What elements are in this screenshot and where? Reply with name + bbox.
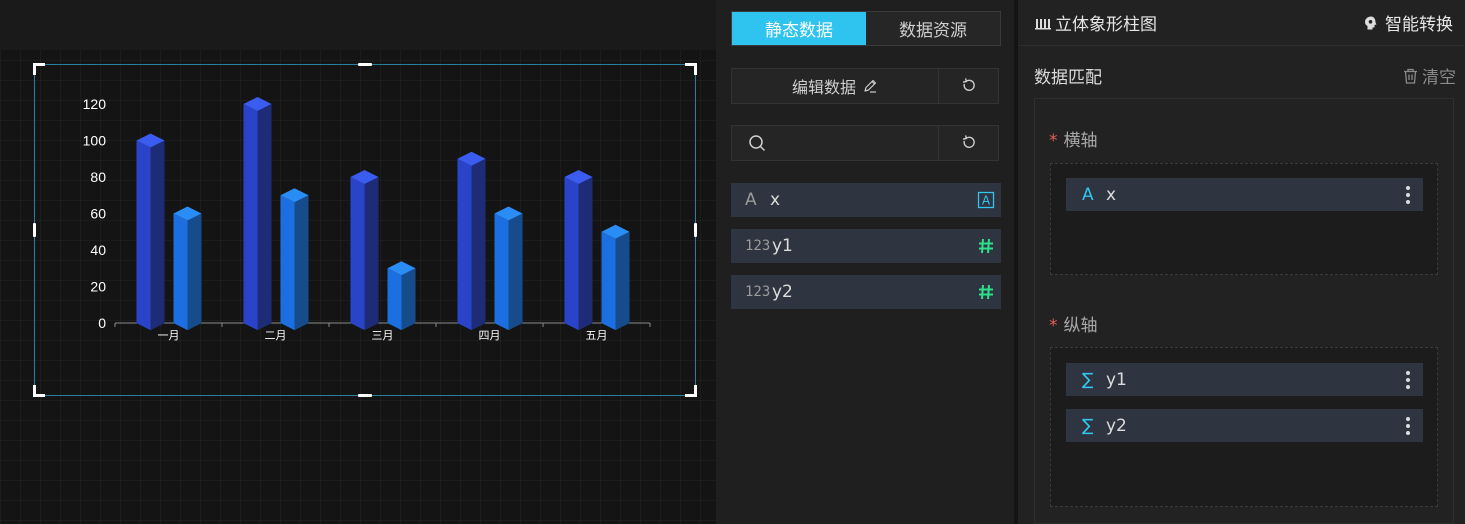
x-tick-label: 四月 — [479, 329, 501, 342]
tab-data-resource[interactable]: 数据资源 — [866, 12, 1000, 45]
field-search-box — [732, 126, 939, 160]
bar-front-face — [136, 140, 151, 330]
y-tick-label: 0 — [98, 315, 106, 331]
field-name: y1 — [1106, 369, 1127, 390]
field-name: x — [1106, 184, 1117, 205]
text-badge-icon: A — [971, 191, 1001, 209]
bar-side-face — [294, 195, 309, 330]
y-tick-label: 100 — [83, 133, 107, 149]
y-tick-label: 60 — [90, 206, 106, 222]
refresh-icon — [962, 135, 975, 148]
bar-side-face — [150, 140, 165, 330]
editor-canvas[interactable]: 0 20 40 60 80 100 120 一月 二月 三月 四月 五月 — [0, 0, 716, 524]
config-header: 立体象形柱图 智能转换 — [1018, 0, 1465, 46]
x-axis-field-x[interactable]: A x — [1066, 178, 1423, 211]
bar-front-face — [387, 268, 402, 330]
field-item-y1[interactable]: 123 y1 — [731, 229, 1001, 263]
field-name: y2 — [1106, 415, 1127, 436]
text-type-icon: A — [1082, 184, 1094, 205]
clear-button[interactable]: 清空 — [1403, 63, 1456, 88]
required-mark: * — [1049, 131, 1058, 151]
x-tick-label: 一月 — [158, 329, 180, 342]
bar-front-face — [601, 231, 616, 330]
data-match-title: 数据匹配 — [1034, 68, 1102, 88]
y-tick-label: 120 — [83, 96, 107, 112]
chart-widget[interactable]: 0 20 40 60 80 100 120 一月 二月 三月 四月 五月 — [33, 63, 697, 397]
field-item-y2[interactable]: 123 y2 — [731, 275, 1001, 309]
bar-front-face — [494, 213, 509, 330]
sum-icon: ∑ — [1082, 415, 1094, 436]
clear-label: 清空 — [1422, 68, 1456, 88]
y-tick-label: 20 — [90, 279, 106, 295]
x-tick-label: 二月 — [265, 329, 287, 342]
bar-front-face — [173, 213, 188, 330]
more-vertical-icon[interactable] — [1393, 416, 1423, 436]
y-axis-label: * 纵轴 — [1049, 316, 1098, 336]
field-name: y2 — [772, 282, 793, 302]
bar-side-face — [364, 177, 379, 330]
smart-convert-label: 智能转换 — [1385, 15, 1453, 35]
y-axis-field-y1[interactable]: ∑ y1 — [1066, 363, 1423, 396]
more-vertical-icon[interactable] — [1393, 185, 1423, 205]
chart-config-panel: 立体象形柱图 智能转换 数据匹配 清空 * 横轴 A x * 纵轴 ∑ y1 ∑… — [1018, 0, 1465, 524]
tab-static-data[interactable]: 静态数据 — [732, 12, 866, 45]
edit-data-button[interactable]: 编辑数据 — [732, 69, 939, 103]
smart-convert-button[interactable]: 智能转换 — [1363, 10, 1453, 35]
number-type-icon: 123 — [745, 238, 771, 254]
hash-icon — [971, 237, 1001, 255]
reset-data-button[interactable] — [939, 69, 998, 103]
number-type-icon: 123 — [745, 284, 771, 300]
bar-side-face — [401, 268, 416, 330]
bar-side-face — [578, 177, 593, 330]
data-source-panel: 静态数据 数据资源 编辑数据 A x A 123 y1 123 y2 — [716, 0, 1016, 524]
y-axis-drop-zone[interactable]: ∑ y1 ∑ y2 — [1050, 347, 1438, 507]
bar-side-face — [257, 104, 272, 330]
chart-type-label: 立体象形柱图 — [1055, 15, 1157, 35]
chart-type-title: 立体象形柱图 — [1035, 10, 1157, 35]
field-search-input[interactable] — [774, 135, 924, 151]
data-match-header: 数据匹配 清空 — [1034, 63, 1456, 88]
data-source-tabs: 静态数据 数据资源 — [731, 11, 1001, 46]
x-axis-drop-zone[interactable]: A x — [1050, 163, 1438, 275]
bar-side-face — [471, 158, 486, 330]
edit-data-row: 编辑数据 — [731, 68, 999, 104]
pencil-icon — [864, 79, 877, 93]
x-tick-label: 三月 — [372, 329, 394, 342]
hash-icon — [971, 283, 1001, 301]
refresh-fields-button[interactable] — [939, 126, 998, 160]
y-tick-label: 80 — [90, 169, 106, 185]
text-type-icon: A — [745, 190, 757, 210]
field-search-row — [731, 125, 999, 161]
bar-side-face — [615, 231, 630, 330]
bar-front-face — [280, 195, 295, 330]
search-icon — [749, 135, 765, 151]
bar-front-face — [564, 177, 579, 330]
bar-side-face — [187, 213, 202, 330]
required-mark: * — [1049, 316, 1058, 336]
field-name: y1 — [772, 236, 793, 256]
more-vertical-icon[interactable] — [1393, 370, 1423, 390]
bar-front-face — [350, 177, 365, 330]
bar-front-face — [457, 158, 472, 330]
y-axis-field-y2[interactable]: ∑ y2 — [1066, 409, 1423, 442]
refresh-icon — [962, 78, 975, 91]
bar-front-face — [243, 104, 258, 330]
x-axis-label: * 横轴 — [1049, 131, 1098, 151]
y-tick-label: 40 — [90, 242, 106, 258]
bar-chart: 0 20 40 60 80 100 120 一月 二月 三月 四月 五月 — [83, 96, 651, 342]
svg-text:A: A — [982, 194, 991, 208]
trash-icon — [1404, 68, 1417, 84]
edit-data-label: 编辑数据 — [791, 78, 856, 97]
sum-icon: ∑ — [1082, 369, 1094, 390]
x-tick-label: 五月 — [586, 329, 608, 342]
canvas-ruler-strip — [0, 0, 716, 50]
field-name: x — [770, 190, 781, 210]
bar-chart-icon — [1035, 18, 1051, 29]
field-item-x[interactable]: A x A — [731, 183, 1001, 217]
bar-side-face — [508, 213, 523, 330]
brain-icon — [1365, 16, 1377, 29]
